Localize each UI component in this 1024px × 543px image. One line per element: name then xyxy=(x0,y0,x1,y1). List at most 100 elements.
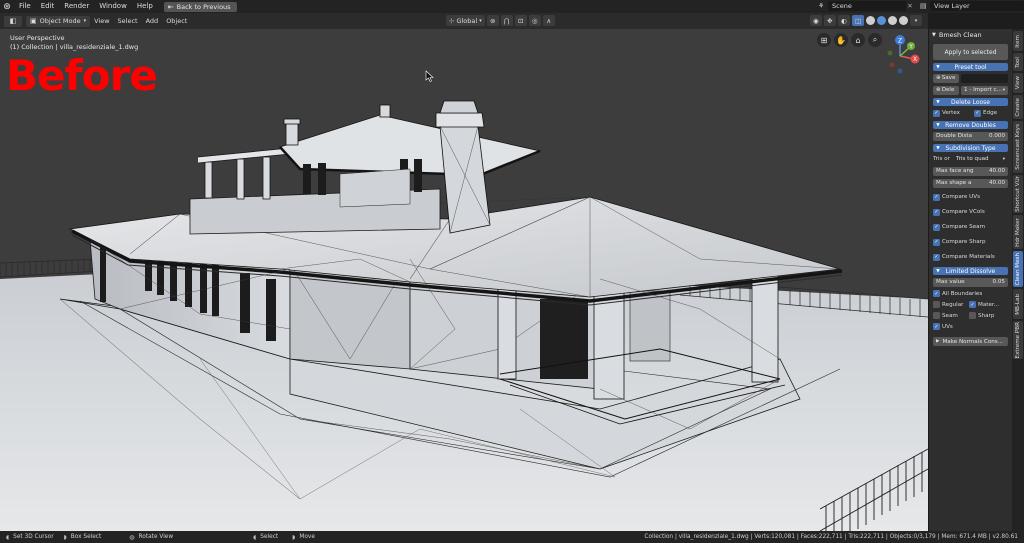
tab-extreme-pbr[interactable]: Extreme PBR xyxy=(1013,321,1023,359)
tab-screencast-keys[interactable]: Screencast Keys xyxy=(1013,121,1023,173)
view-layer-field[interactable]: View Layer xyxy=(930,1,1024,11)
edge-checkbox[interactable]: ✓ xyxy=(974,109,981,117)
preset-name-input[interactable] xyxy=(961,73,1008,83)
preset-save-button[interactable]: ⊕ Save xyxy=(933,73,959,83)
magnet-icon: ⋂ xyxy=(504,16,510,25)
delete-label: Dele xyxy=(941,87,955,93)
navigation-gizmo[interactable]: Z X Y xyxy=(880,33,924,79)
all-boundaries-checkbox[interactable]: ✓ xyxy=(933,290,940,297)
gizmo-toggle[interactable]: ✥ xyxy=(823,15,836,26)
tab-clean-mesh-label: Clean Mesh xyxy=(1015,252,1021,286)
mouse-left-icon: ◖ xyxy=(253,533,257,541)
cube-icon: ◧ xyxy=(9,17,17,25)
preset-select[interactable]: 1 - Import c... ▾ xyxy=(961,85,1008,95)
seam-checkbox[interactable] xyxy=(933,312,940,319)
uvs-label: UVs xyxy=(942,323,953,330)
make-normals-consistent-section[interactable]: ▶ Make Normals Cons... xyxy=(933,337,1008,346)
main-chimney xyxy=(435,100,491,234)
double-distance-field[interactable]: Double Dista 0.000 xyxy=(933,131,1008,141)
section-subdivision-type[interactable]: ▼ Subdivision Type xyxy=(933,144,1008,152)
pivot-point-button[interactable]: ⊚ xyxy=(486,15,499,26)
falloff-button[interactable]: ∧ xyxy=(542,15,555,26)
max-value-field[interactable]: Max value 0.05 xyxy=(933,277,1008,287)
tab-view-label: View xyxy=(1015,76,1021,90)
section-remove-doubles[interactable]: ▼ Remove Doubles xyxy=(933,121,1008,129)
overlay-toggle[interactable]: ◐ xyxy=(837,15,850,26)
blender-logo-icon[interactable]: ⊛ xyxy=(0,0,14,13)
viewport-menu-view[interactable]: View xyxy=(90,17,113,25)
tab-mb-lab[interactable]: MB-Lab xyxy=(1013,289,1023,319)
section-delete-loose[interactable]: ▼ Delete Loose xyxy=(933,98,1008,106)
rendered-shading-button[interactable] xyxy=(899,16,908,25)
tab-hdr-maker-label: Hdr Maker xyxy=(1015,217,1021,247)
solid-shading-button[interactable] xyxy=(877,16,886,25)
tab-item[interactable]: Item xyxy=(1013,31,1023,51)
menu-file[interactable]: File xyxy=(14,0,36,13)
box-select-label: Box Select xyxy=(70,534,102,540)
vertex-checkbox[interactable]: ✓ xyxy=(933,109,940,117)
max-shape-angle-field[interactable]: Max shape a 40.00 xyxy=(933,178,1008,188)
tab-tool[interactable]: Tool xyxy=(1013,53,1023,71)
compare-seam-checkbox[interactable]: ✓ xyxy=(933,223,940,231)
menu-render[interactable]: Render xyxy=(59,0,94,13)
menu-help[interactable]: Help xyxy=(132,0,158,13)
tab-clean-mesh[interactable]: Clean Mesh xyxy=(1013,251,1023,287)
mouse-right-icon: ◗ xyxy=(63,533,67,541)
editor-type-button[interactable]: ◧ xyxy=(4,15,22,27)
all-boundaries-label: All Boundaries xyxy=(942,290,983,297)
uvs-checkbox[interactable]: ✓ xyxy=(933,323,940,330)
scene-selector[interactable]: ⚘ Scene ✕ xyxy=(818,1,914,11)
material-shading-button[interactable] xyxy=(888,16,897,25)
mouse-right-icon: ◗ xyxy=(292,533,296,541)
viewport-menu-add[interactable]: Add xyxy=(142,17,163,25)
object-mode-select[interactable]: ▣ Object Mode ▾ xyxy=(26,15,91,27)
section-limited-dissolve[interactable]: ▼ Limited Dissolve xyxy=(933,267,1008,275)
compare-vcols-checkbox[interactable]: ✓ xyxy=(933,208,940,216)
compare-materials-label: Compare Materials xyxy=(942,254,995,260)
section-preset-tool[interactable]: ▼ Preset tool xyxy=(933,63,1008,71)
visibility-button[interactable]: ◉ xyxy=(809,15,822,26)
materials-checkbox[interactable]: ✓ xyxy=(969,301,976,308)
scene-icon: ⚘ xyxy=(818,2,825,10)
chevron-down-icon: ▾ xyxy=(1002,156,1005,162)
scene-name-field[interactable]: Scene xyxy=(828,1,906,11)
regular-checkbox[interactable] xyxy=(933,301,940,308)
back-to-previous-button[interactable]: ⇤ Back to Previous xyxy=(163,1,237,12)
scene-render[interactable] xyxy=(0,29,928,531)
compare-sharp-checkbox[interactable]: ✓ xyxy=(933,238,940,246)
double-distance-label: Double Dista xyxy=(936,133,972,139)
tab-create[interactable]: Create xyxy=(1013,95,1023,119)
shading-options-button[interactable]: ▾ xyxy=(910,15,922,26)
sharp-checkbox[interactable] xyxy=(969,312,976,319)
proportional-edit-toggle[interactable]: ◎ xyxy=(528,15,541,26)
menu-window[interactable]: Window xyxy=(94,0,132,13)
tab-hdr-maker[interactable]: Hdr Maker xyxy=(1013,215,1023,249)
menu-edit[interactable]: Edit xyxy=(36,0,60,13)
view-layer-selector[interactable]: ▤ View Layer xyxy=(920,1,1024,11)
preset-delete-button[interactable]: ⊗ Dele xyxy=(933,85,959,95)
apply-to-selected-button[interactable]: Apply to selected xyxy=(933,44,1008,60)
3d-viewport[interactable]: User Perspective (1) Collection | villa_… xyxy=(0,29,928,531)
max-face-angle-field[interactable]: Max face ang 40.00 xyxy=(933,166,1008,176)
grid-view-icon[interactable]: ⊞ xyxy=(817,33,831,47)
tab-view[interactable]: View xyxy=(1013,73,1023,93)
camera-icon[interactable]: ⌂ xyxy=(851,33,865,47)
tab-shortcut-vur[interactable]: Shortcut VUr xyxy=(1013,175,1023,213)
compare-uvs-checkbox[interactable]: ✓ xyxy=(933,193,940,201)
xray-toggle[interactable]: ◫ xyxy=(851,15,864,26)
viewport-menu-object[interactable]: Object xyxy=(162,17,191,25)
hand-pan-icon[interactable]: ✋ xyxy=(834,33,848,47)
snap-target-button[interactable]: ⊡ xyxy=(514,15,527,26)
pivot-icon: ⊚ xyxy=(489,16,496,25)
orientation-select[interactable]: ⊹ Global ▾ xyxy=(446,15,485,26)
viewport-menu-select[interactable]: Select xyxy=(114,17,142,25)
collapse-arrow-icon: ▼ xyxy=(936,99,940,105)
status-move: ◗ Move xyxy=(292,534,315,541)
panel-title[interactable]: ▼ Bmesh Clean xyxy=(929,29,1012,41)
wireframe-shading-button[interactable] xyxy=(866,16,875,25)
section-label: Preset tool xyxy=(954,63,987,71)
snap-toggle[interactable]: ⋂ xyxy=(500,15,513,26)
subdivision-mode-select[interactable]: Tris to quad ▾ xyxy=(953,154,1008,164)
compare-materials-checkbox[interactable]: ✓ xyxy=(933,253,940,261)
scene-close-icon[interactable]: ✕ xyxy=(906,2,914,10)
